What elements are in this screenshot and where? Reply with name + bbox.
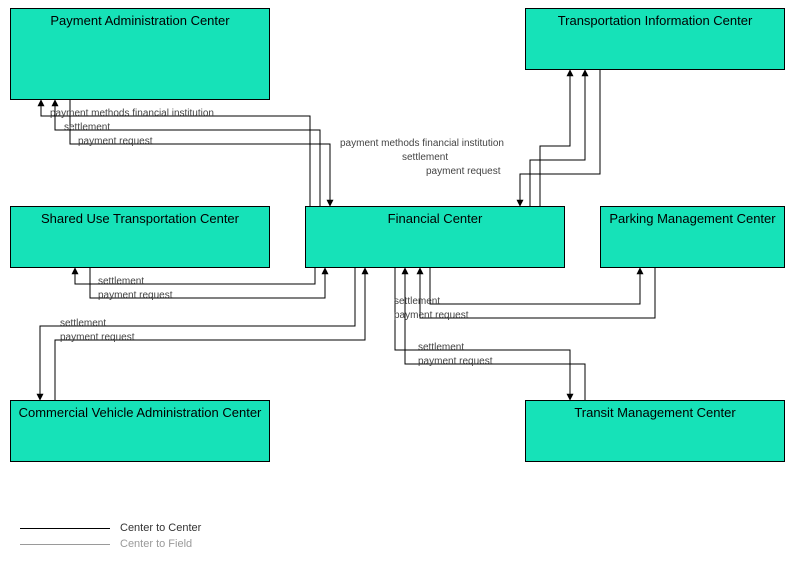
edge-label: payment methods financial institution [50,108,214,119]
legend: Center to Center Center to Field [20,520,201,552]
edge-label: settlement [418,342,464,353]
legend-line-solid [20,528,110,529]
edge-label: payment request [98,290,173,301]
edge-label: settlement [394,296,440,307]
edge-label: settlement [64,122,110,133]
edge-label: settlement [98,276,144,287]
edge-label: payment request [394,310,469,321]
edge-label: settlement [402,152,448,163]
legend-line-gray [20,544,110,545]
edge-label: payment request [418,356,493,367]
legend-row-c2f: Center to Field [20,536,201,552]
edge-label: payment request [78,136,153,147]
legend-label: Center to Center [120,522,201,534]
edge-label: payment request [426,166,501,177]
legend-row-c2c: Center to Center [20,520,201,536]
edge-label: settlement [60,318,106,329]
legend-label: Center to Field [120,538,192,550]
edge-label: payment methods financial institution [340,138,504,149]
diagram-stage: Payment Administration Center Transporta… [0,0,789,564]
edge-label: payment request [60,332,135,343]
